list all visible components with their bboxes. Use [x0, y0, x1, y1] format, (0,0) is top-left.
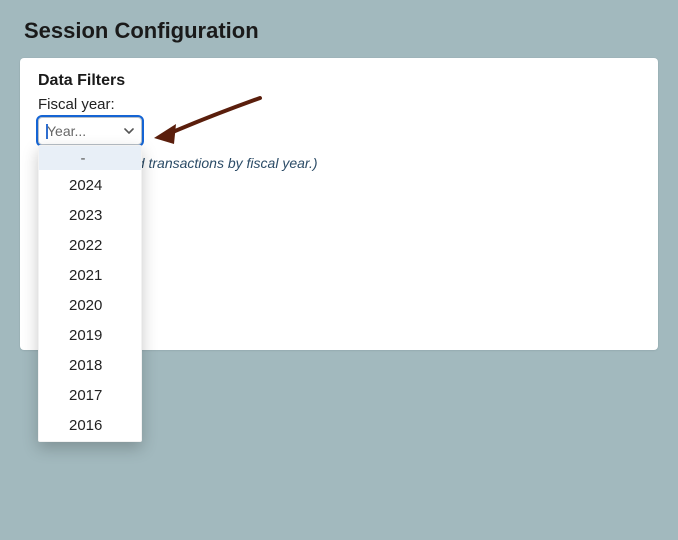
text-caret-icon	[46, 124, 48, 139]
fiscal-year-option[interactable]: 2016	[39, 410, 141, 440]
fiscal-year-select-value: Year...	[47, 123, 86, 139]
fiscal-year-option[interactable]: 2022	[39, 230, 141, 260]
fiscal-year-option[interactable]: 2024	[39, 170, 141, 200]
fiscal-year-option[interactable]: 2018	[39, 350, 141, 380]
fiscal-year-option[interactable]: 2017	[39, 380, 141, 410]
fiscal-year-dropdown-list[interactable]: - 2024 2023 2022 2021 2020 2019 2018 201…	[39, 146, 141, 441]
fiscal-year-option[interactable]: -	[39, 146, 141, 170]
fiscal-year-option[interactable]: 2023	[39, 200, 141, 230]
card-data-filters: Data Filters Fiscal year: Year... - 2024…	[20, 58, 658, 350]
fiscal-year-option[interactable]: 2020	[39, 290, 141, 320]
fiscal-year-label: Fiscal year:	[38, 96, 640, 113]
fiscal-year-select[interactable]: Year...	[38, 117, 142, 145]
fiscal-year-option[interactable]: 2019	[39, 320, 141, 350]
page-title: Session Configuration	[0, 0, 678, 58]
chevron-down-icon	[123, 125, 135, 137]
fiscal-year-option[interactable]: 2021	[39, 260, 141, 290]
section-title: Data Filters	[38, 72, 640, 90]
fiscal-year-dropdown: - 2024 2023 2022 2021 2020 2019 2018 201…	[38, 145, 142, 442]
